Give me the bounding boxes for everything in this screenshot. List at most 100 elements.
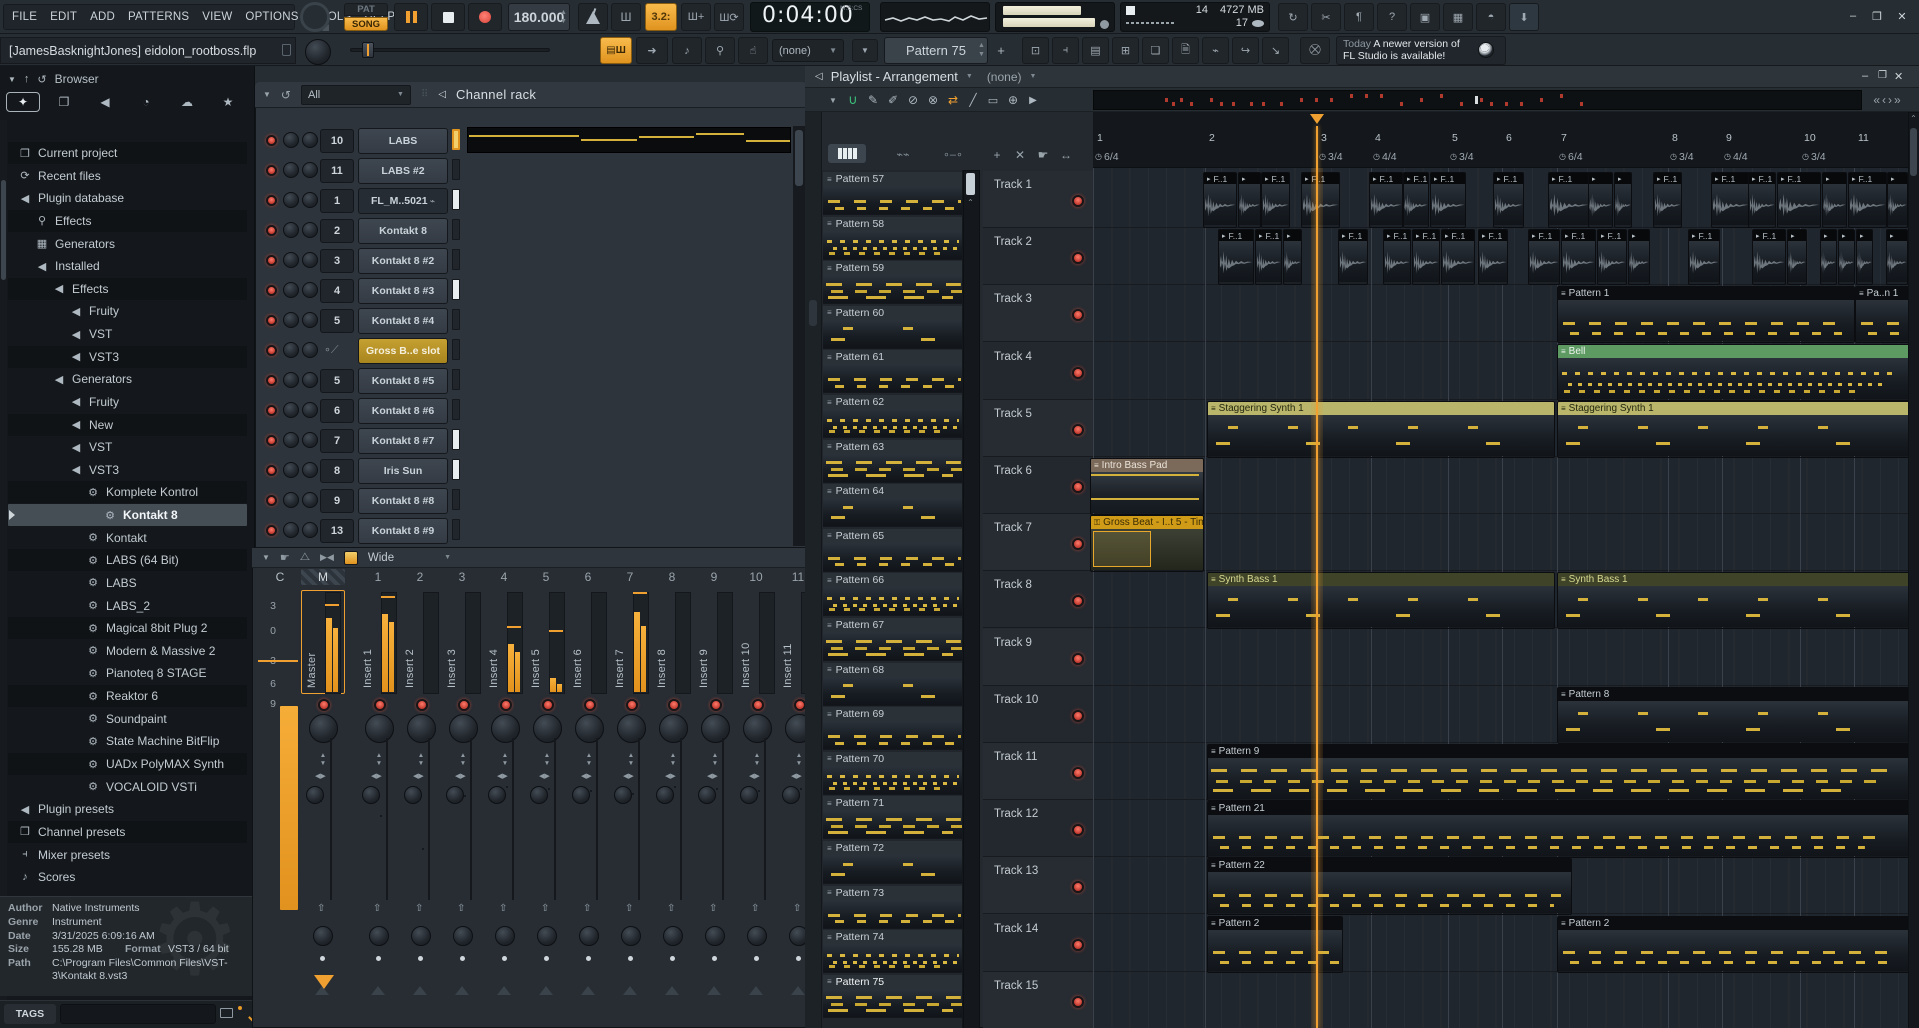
strip-stereo-knob[interactable] bbox=[782, 786, 800, 804]
mixer-strip-label-insert-3[interactable]: Insert 3 bbox=[446, 596, 459, 688]
strip-stereo-knob[interactable] bbox=[446, 786, 464, 804]
channel-pan-knob[interactable] bbox=[283, 252, 299, 268]
mixer-strip-label-master[interactable]: Master bbox=[306, 596, 319, 688]
playhead-line[interactable] bbox=[1316, 126, 1318, 1028]
fader-track[interactable] bbox=[596, 738, 598, 900]
channel-volume-knob[interactable] bbox=[302, 312, 318, 328]
channel-rack-toggle-button[interactable]: ▤Ш bbox=[600, 37, 632, 64]
picker-pattern-header[interactable]: ≡Pattern 57 bbox=[823, 172, 962, 186]
add-pattern-button[interactable]: + bbox=[992, 41, 1010, 59]
strip-pan-icon[interactable]: ◀▶ bbox=[497, 772, 513, 782]
channel-mute-led[interactable] bbox=[266, 255, 277, 266]
playlist-scrollbar[interactable] bbox=[1908, 112, 1919, 1028]
channel-number[interactable]: 3 bbox=[320, 249, 354, 273]
picker-pattern-header[interactable]: ≡Pattern 72 bbox=[823, 841, 962, 855]
strip-fader[interactable] bbox=[548, 788, 550, 790]
strip-mute-led[interactable] bbox=[374, 699, 386, 711]
strip-fx-knob[interactable] bbox=[579, 926, 599, 946]
audio-clip[interactable]: ▸ bbox=[1238, 172, 1261, 228]
track-record-led[interactable] bbox=[1072, 195, 1084, 207]
strip-volume-knob[interactable] bbox=[701, 714, 730, 743]
channel-pan-knob[interactable] bbox=[283, 132, 299, 148]
menu-arrow-icon[interactable]: ▼ bbox=[824, 92, 842, 108]
strip-updown-icon[interactable]: ▲ ▼ bbox=[542, 752, 552, 768]
channel-number[interactable]: 13 bbox=[320, 519, 354, 543]
channel-pan-knob[interactable] bbox=[283, 342, 299, 358]
channel-filter-selector[interactable]: All▼ bbox=[301, 85, 411, 105]
mixer-target-indicator[interactable] bbox=[452, 159, 460, 180]
audio-clip[interactable]: ▸F..1 bbox=[1338, 229, 1368, 285]
strip-updown-icon[interactable]: ▲ ▼ bbox=[752, 752, 762, 768]
strip-up-arrow-icon[interactable]: ⇧ bbox=[457, 903, 469, 915]
strip-fader[interactable] bbox=[632, 793, 634, 795]
magnet-icon[interactable]: ∪ bbox=[844, 92, 862, 108]
strip-volume-knob[interactable] bbox=[575, 714, 604, 743]
delete-track-button[interactable]: ✕ bbox=[1011, 147, 1029, 163]
mixer-master-header[interactable]: M bbox=[301, 569, 345, 585]
channel-button-kontakt-8-7[interactable]: Kontakt 8 #7 bbox=[358, 428, 448, 454]
sync-button[interactable]: ↻ bbox=[1278, 3, 1308, 31]
record-button[interactable] bbox=[468, 3, 502, 31]
tags-input[interactable] bbox=[60, 1004, 216, 1024]
strip-stereo-knob[interactable] bbox=[698, 786, 716, 804]
mixer-target-indicator[interactable] bbox=[452, 369, 460, 390]
picker-tab-audio[interactable]: ⌁⌁ bbox=[888, 146, 918, 162]
strip-fx-knob[interactable] bbox=[453, 926, 473, 946]
channel-pan-knob[interactable] bbox=[283, 372, 299, 388]
strip-fader[interactable] bbox=[758, 790, 760, 792]
mixer-target-indicator[interactable] bbox=[452, 459, 460, 480]
strip-fx-knob[interactable] bbox=[621, 926, 641, 946]
audio-clip[interactable]: ▸F..1 bbox=[1528, 229, 1560, 285]
audio-clip[interactable]: ▸ bbox=[1787, 229, 1807, 285]
strip-fader[interactable] bbox=[800, 788, 802, 790]
delete-icon[interactable]: ⊘ bbox=[904, 92, 922, 108]
picker-tab-automation[interactable]: ∘–∘ bbox=[938, 146, 968, 162]
mixer-strip-label-insert-10[interactable]: Insert 10 bbox=[740, 596, 753, 688]
track-record-led[interactable] bbox=[1072, 653, 1084, 665]
channel-pan-knob[interactable] bbox=[283, 462, 299, 478]
strip-fader[interactable] bbox=[464, 795, 466, 797]
audio-clip[interactable]: ▸F..1 bbox=[1383, 229, 1411, 285]
audio-clip[interactable]: ▸F..1 bbox=[1688, 229, 1720, 285]
browser-tab-plugin-picker[interactable]: ✦ bbox=[6, 92, 40, 112]
strip-up-arrow-icon[interactable]: ⇧ bbox=[317, 903, 329, 915]
pattern-clip-staggering-synth-1[interactable]: ≡Staggering Synth 1 bbox=[1207, 401, 1555, 458]
menu-item-file[interactable]: FILE bbox=[12, 11, 37, 23]
pattern-clip-synth-bass-1[interactable]: ≡Synth Bass 1 bbox=[1207, 572, 1555, 629]
undo-icon[interactable]: ↺ bbox=[281, 88, 291, 102]
pattern-clip-pattern-2[interactable]: ≡Pattern 2 bbox=[1557, 916, 1910, 973]
mixer-target-indicator[interactable] bbox=[452, 429, 460, 450]
save-new-version-button[interactable]: ▦ bbox=[1443, 3, 1473, 31]
channel-pan-knob[interactable] bbox=[283, 522, 299, 538]
plugin-picker-dropdown[interactable]: ▼ bbox=[852, 39, 878, 62]
strip-stereo-knob[interactable] bbox=[572, 786, 590, 804]
channel-button-kontakt-8-5[interactable]: Kontakt 8 #5 bbox=[358, 368, 448, 394]
audio-clip[interactable]: ▸ bbox=[1886, 229, 1908, 285]
strip-up-arrow-icon[interactable]: ⇧ bbox=[541, 903, 553, 915]
picker-pattern-preview[interactable] bbox=[823, 721, 962, 750]
strip-mute-led[interactable] bbox=[458, 699, 470, 711]
picker-pattern-preview[interactable] bbox=[823, 364, 962, 393]
playhead-marker[interactable] bbox=[1310, 114, 1324, 124]
save-button[interactable]: ▣ bbox=[1410, 3, 1440, 31]
channel-mute-led[interactable] bbox=[266, 135, 277, 146]
audio-clip[interactable]: ▸F..1 bbox=[1493, 172, 1524, 228]
channel-mute-led[interactable] bbox=[266, 165, 277, 176]
fader-track[interactable] bbox=[386, 738, 388, 900]
strip-up-arrow-icon[interactable]: ⇧ bbox=[625, 903, 637, 915]
picker-pattern-preview[interactable] bbox=[823, 454, 962, 483]
window-close-button[interactable]: ✕ bbox=[1890, 6, 1914, 26]
strip-volume-knob[interactable] bbox=[659, 714, 688, 743]
strip-updown-icon[interactable]: ▲ ▼ bbox=[710, 752, 720, 768]
chevron-down-icon[interactable]: ▼ bbox=[262, 553, 270, 562]
mixer-target-indicator[interactable] bbox=[452, 519, 460, 540]
channel-number[interactable]: 9 bbox=[320, 489, 354, 513]
tempo-stepper[interactable]: ▲ ▼ bbox=[560, 8, 568, 26]
picker-pattern-header[interactable]: ≡Pattern 73 bbox=[823, 886, 962, 900]
track-record-led[interactable] bbox=[1072, 767, 1084, 779]
playlist-minimize-icon[interactable]: – bbox=[1862, 70, 1876, 84]
strip-fader[interactable] bbox=[674, 786, 676, 788]
select-tool-icon[interactable]: ▭ bbox=[984, 92, 1002, 108]
channel-button-kontakt-8[interactable]: Kontakt 8 bbox=[358, 218, 448, 244]
browser-back-icon[interactable]: ↺ bbox=[37, 73, 46, 86]
